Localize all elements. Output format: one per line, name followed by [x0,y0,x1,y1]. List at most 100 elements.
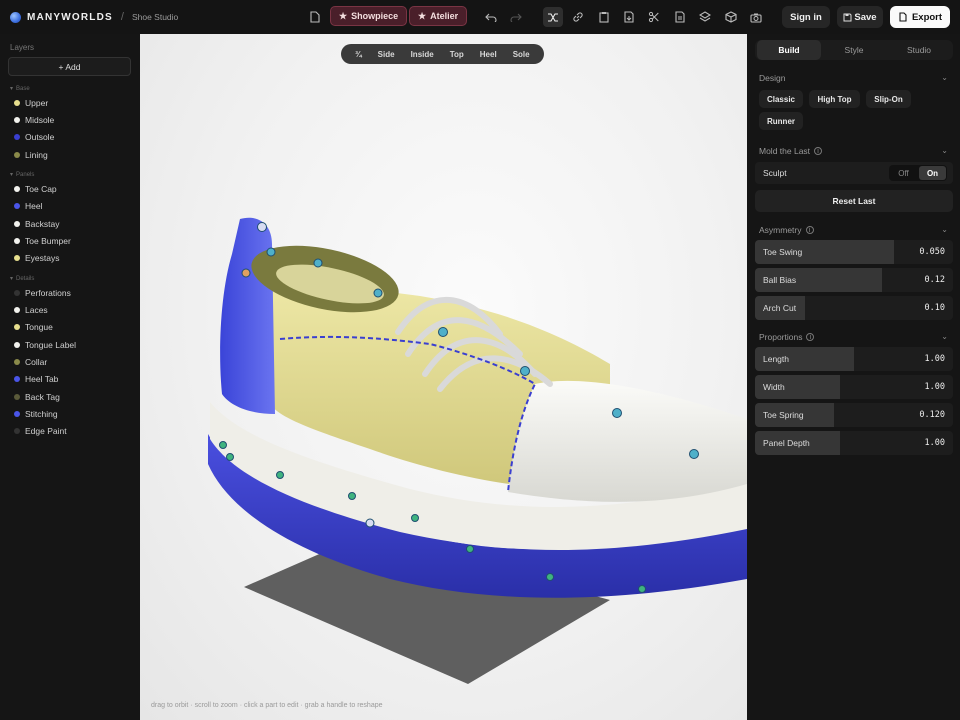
sculpt-toggle[interactable]: Off On [889,165,947,181]
reshape-handle[interactable] [438,327,448,337]
clipboard-icon[interactable] [596,9,612,25]
reset-last-button[interactable]: Reset Last [755,190,953,212]
layer-label: Edge Paint [25,426,67,436]
reshape-handle[interactable] [241,268,251,278]
atelier-button[interactable]: ★ Atelier [409,6,468,26]
layer-group-panels[interactable]: ▾ Panels [10,171,34,178]
layer-backstay[interactable]: Backstay [14,218,60,230]
panel-depth-slider[interactable]: Panel Depth 1.00 [755,431,953,455]
project-name[interactable]: Shoe Studio [132,12,178,22]
3d-viewport[interactable]: ¾ Side Inside Top Heel Sole drag to orbi… [140,34,747,720]
document-icon[interactable] [672,9,688,25]
proportions-section-title[interactable]: Proportions i [759,332,815,342]
reshape-handle[interactable] [520,366,530,376]
view-tab-heel[interactable]: Heel [472,50,505,59]
reshape-handle[interactable] [313,258,323,268]
design-slip-on-button[interactable]: Slip-On [866,90,911,108]
toe-swing-slider[interactable]: Toe Swing 0.050 [755,240,953,264]
add-layer-button[interactable]: + Add [8,57,131,76]
reshape-handle[interactable] [411,514,419,522]
view-tab-top[interactable]: Top [442,50,472,59]
layer-collar[interactable]: Collar [14,356,47,368]
tab-build[interactable]: Build [757,40,821,60]
cube-icon[interactable] [723,9,739,25]
chevron-down-icon[interactable]: ⌄ [941,73,948,82]
reshape-handle[interactable] [257,222,267,232]
layer-toe-cap[interactable]: Toe Cap [14,183,57,195]
chevron-down-icon[interactable]: ⌄ [941,146,948,155]
view-tab-inside[interactable]: Inside [403,50,442,59]
reshape-handle[interactable] [689,449,699,459]
asymmetry-section-title[interactable]: Asymmetry i [759,225,814,235]
chevron-down-icon[interactable]: ⌄ [941,225,948,234]
layer-eyestays[interactable]: Eyestays [14,252,60,264]
view-tab-three-quarter[interactable]: ¾ [347,50,370,59]
reshape-handle[interactable] [365,518,375,528]
reshape-handle[interactable] [373,288,383,298]
layer-group-details[interactable]: ▾ Details [10,275,34,282]
toe-cap[interactable] [508,380,747,502]
reshape-handle[interactable] [276,471,284,479]
reshape-handle[interactable] [266,247,276,257]
reshape-handle[interactable] [348,492,356,500]
save-button[interactable]: Save [837,6,883,28]
design-runner-button[interactable]: Runner [759,112,803,130]
toe-spring-slider[interactable]: Toe Spring 0.120 [755,403,953,427]
reshape-handle[interactable] [546,573,554,581]
layer-stitching[interactable]: Stitching [14,408,58,420]
design-section-title[interactable]: Design [759,73,785,83]
paste-icon[interactable] [621,9,637,25]
info-icon[interactable]: i [806,333,815,341]
tab-style[interactable]: Style [822,40,886,60]
layer-laces[interactable]: Laces [14,304,48,316]
camera-icon[interactable] [748,9,764,25]
layer-back-tag[interactable]: Back Tag [14,391,60,403]
new-file-icon[interactable] [306,9,322,25]
undo-icon[interactable] [483,9,499,25]
layer-heel[interactable]: Heel [14,200,42,212]
redo-icon[interactable] [508,9,524,25]
reshape-handle[interactable] [219,441,227,449]
layers-icon[interactable] [697,9,713,25]
logo-icon [10,11,21,23]
layer-outsole[interactable]: Outsole [14,131,54,143]
reshape-handle[interactable] [466,545,474,553]
sculpt-on-option[interactable]: On [919,166,946,180]
layer-edge-paint[interactable]: Edge Paint [14,425,67,437]
layer-midsole[interactable]: Midsole [14,114,54,126]
layer-lining[interactable]: Lining [14,149,48,161]
view-tab-sole[interactable]: Sole [505,50,538,59]
tab-studio[interactable]: Studio [887,40,951,60]
length-slider[interactable]: Length 1.00 [755,347,953,371]
reshape-handle[interactable] [226,453,234,461]
view-tab-side[interactable]: Side [370,50,403,59]
reshape-handle[interactable] [612,408,622,418]
arch-cut-slider[interactable]: Arch Cut 0.10 [755,296,953,320]
design-high-top-button[interactable]: High Top [809,90,860,108]
scissors-icon[interactable] [646,9,662,25]
link-icon[interactable] [570,9,586,25]
layer-heel-tab[interactable]: Heel Tab [14,373,58,385]
layer-upper[interactable]: Upper [14,97,48,109]
layer-toe-bumper[interactable]: Toe Bumper [14,235,71,247]
shuffle-icon[interactable] [543,7,563,27]
heel-counter[interactable] [220,217,275,414]
design-classic-button[interactable]: Classic [759,90,803,108]
sculpt-off-option[interactable]: Off [890,166,917,180]
chevron-down-icon[interactable]: ⌄ [941,332,948,341]
layer-group-base[interactable]: ▾ Base [10,85,30,92]
export-button[interactable]: Export [890,6,950,28]
layer-tongue[interactable]: Tongue [14,321,53,333]
reshape-handle[interactable] [638,585,646,593]
info-icon[interactable]: i [814,147,823,155]
sign-in-button[interactable]: Sign in [782,6,830,28]
shoe-model[interactable] [140,34,747,720]
layer-tongue-label[interactable]: Tongue Label [14,339,76,351]
layer-label: Laces [25,305,48,315]
info-icon[interactable]: i [805,226,814,234]
mold-section-title[interactable]: Mold the Last i [759,146,823,156]
width-slider[interactable]: Width 1.00 [755,375,953,399]
showpiece-button[interactable]: ★ Showpiece [330,6,408,26]
layer-perforations[interactable]: Perforations [14,287,71,299]
ball-bias-slider[interactable]: Ball Bias 0.12 [755,268,953,292]
